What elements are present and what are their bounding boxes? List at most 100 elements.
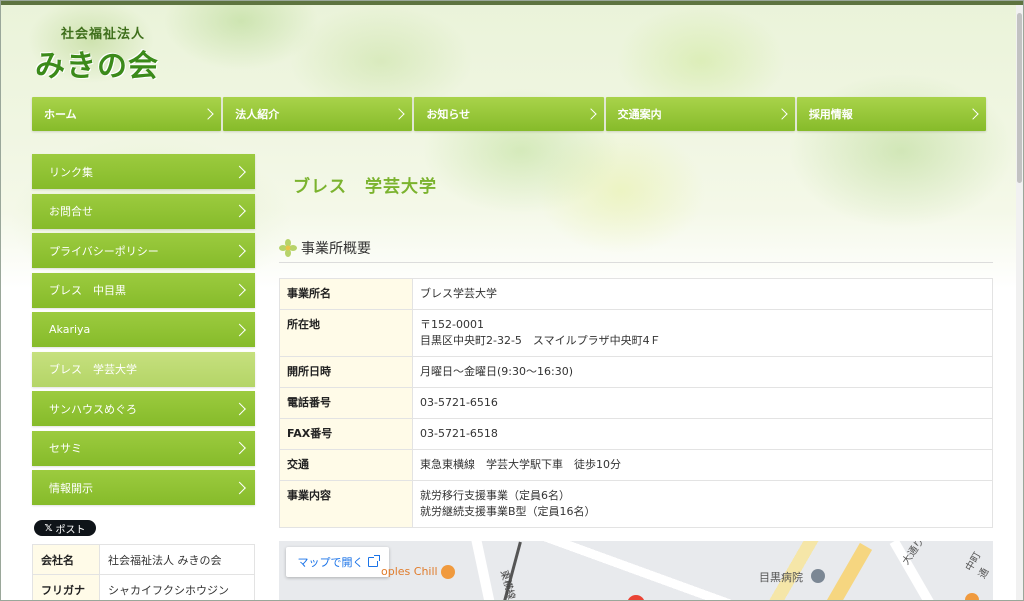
open-map-label: マップで開く	[297, 556, 364, 569]
sidebar-item-label: 情報開示	[49, 481, 93, 495]
nav-home[interactable]: ホーム	[32, 97, 222, 131]
nav-about[interactable]: 法人紹介	[223, 97, 413, 131]
scrollbar-thumb[interactable]	[1017, 13, 1022, 183]
info-line: 月曜日～金曜日(9:30～16:30)	[420, 365, 573, 378]
nav-label: 交通案内	[617, 108, 662, 121]
chevron-right-icon	[233, 441, 246, 455]
company-header-cell: フリガナ	[32, 574, 100, 600]
info-line: ブレス学芸大学	[420, 287, 497, 300]
info-line: 目黒区中央町2-32-5 スマイルプラザ中央町4Ｆ	[420, 334, 661, 347]
external-link-icon	[367, 555, 380, 567]
sidebar-item-label: リンク集	[49, 165, 93, 179]
table-row: フリガナ シャカイフクシホウジン	[32, 574, 255, 600]
sidebar-item-bless-gakugeidaigaku[interactable]: ブレス 学芸大学	[32, 351, 255, 387]
sidebar-item-sesame[interactable]: セサミ	[32, 430, 255, 466]
logo-title: みきの会	[35, 49, 159, 84]
chevron-right-icon	[584, 108, 597, 120]
table-row: 交通 東急東横線 学芸大学駅下車 徒歩10分	[279, 449, 993, 481]
hospital-icon	[811, 569, 825, 583]
company-header-cell: 会社名	[32, 544, 100, 575]
poi-icon	[965, 593, 979, 600]
info-header-cell: 開所日時	[279, 356, 413, 388]
open-map-button[interactable]: マップで開く	[286, 547, 389, 577]
info-line: 〒152-0001	[420, 318, 484, 331]
sidebar-item-sunhouse-meguro[interactable]: サンハウスめぐろ	[32, 391, 255, 426]
top-border	[1, 1, 1023, 5]
table-row: 事業内容 就労移行支援事業（定員6名） 就労継続支援事業B型（定員16名）	[279, 480, 993, 528]
map-label-hospital: 目黒病院	[759, 571, 803, 584]
sidebar-item-label: お問合せ	[49, 205, 93, 218]
page-frame: 社会福祉法人 みきの会 ホーム 法人紹介 お知らせ 交通案内 採用情報 リンク集…	[0, 0, 1024, 601]
info-header-cell: 事業所名	[279, 278, 413, 310]
sidebar-item-label: サンハウスめぐろ	[49, 402, 137, 416]
logo-subtitle: 社会福祉法人	[61, 27, 146, 42]
sidebar-item-label: プライバシーポリシー	[49, 244, 159, 258]
x-post-label: ポスト	[55, 524, 86, 536]
chevron-right-icon	[233, 244, 246, 257]
nav-label: 採用情報	[808, 108, 853, 121]
x-logo-icon: 𝕏	[44, 522, 53, 534]
sidebar-item-contact[interactable]: お問合せ	[32, 193, 255, 229]
table-row: 事業所名 ブレス学芸大学	[279, 278, 993, 310]
sidebar-item-disclosure[interactable]: 情報開示	[32, 470, 255, 505]
map-label-street: 中町通	[963, 550, 992, 581]
map-label-cafe: oples Chill	[381, 565, 438, 578]
info-line: 東急東横線 学芸大学駅下車 徒歩10分	[420, 458, 621, 471]
sidebar-item-privacy[interactable]: プライバシーポリシー	[32, 233, 255, 268]
nav-access[interactable]: 交通案内	[605, 97, 795, 131]
cafe-icon	[441, 565, 455, 579]
table-row: 開所日時 月曜日～金曜日(9:30～16:30)	[279, 356, 993, 388]
info-value-cell: 〒152-0001 目黒区中央町2-32-5 スマイルプラザ中央町4Ｆ	[412, 309, 993, 357]
info-line: 03-5721-6518	[420, 427, 498, 440]
sidebar-item-bless-nakameguro[interactable]: ブレス 中目黒	[32, 272, 255, 308]
chevron-right-icon	[967, 108, 979, 120]
x-post-button[interactable]: 𝕏 ポスト	[34, 520, 96, 536]
chevron-right-icon	[233, 204, 246, 218]
nav-label: お知らせ	[426, 108, 471, 121]
info-header-cell: 電話番号	[279, 387, 413, 419]
nav-recruit[interactable]: 採用情報	[796, 97, 987, 131]
info-value-cell: 就労移行支援事業（定員6名） 就労継続支援事業B型（定員16名）	[412, 480, 993, 528]
global-nav: ホーム 法人紹介 お知らせ 交通案内 採用情報	[32, 97, 987, 131]
embedded-map[interactable]: マップで開く oples Chill 東横線 目黒病院 中町通 大通り	[279, 541, 993, 600]
flower-icon	[279, 238, 297, 257]
company-value-cell: 社会福祉法人 みきの会	[99, 544, 255, 575]
map-road	[469, 541, 499, 600]
nav-news[interactable]: お知らせ	[414, 97, 604, 131]
site-logo[interactable]: 社会福祉法人 みきの会	[35, 23, 175, 84]
table-row: 所在地 〒152-0001 目黒区中央町2-32-5 スマイルプラザ中央町4Ｆ	[279, 309, 993, 357]
section-heading-text: 事業所概要	[301, 240, 371, 257]
info-header-cell: 事業内容	[279, 480, 413, 528]
sidebar-nav: リンク集 お問合せ プライバシーポリシー ブレス 中目黒 Akariya ブレス…	[32, 154, 255, 510]
nav-label: ホーム	[44, 108, 77, 121]
table-row: 会社名 社会福祉法人 みきの会	[32, 544, 255, 575]
table-row: 電話番号 03-5721-6516	[279, 387, 993, 419]
info-value-cell: ブレス学芸大学	[412, 278, 993, 310]
info-header-cell: 所在地	[279, 309, 413, 357]
info-value-cell: 03-5721-6518	[412, 418, 993, 450]
page-title: ブレス 学芸大学	[293, 177, 437, 197]
company-table: 会社名 社会福祉法人 みきの会 フリガナ シャカイフクシホウジン	[32, 544, 255, 600]
chevron-right-icon	[233, 165, 246, 178]
chevron-right-icon	[233, 481, 246, 494]
sidebar-item-label: ブレス 中目黒	[49, 284, 126, 297]
nav-label: 法人紹介	[235, 108, 280, 121]
sidebar-item-links[interactable]: リンク集	[32, 154, 255, 189]
info-value-cell: 月曜日～金曜日(9:30～16:30)	[412, 356, 993, 388]
scrollbar[interactable]	[1016, 5, 1023, 600]
company-value-cell: シャカイフクシホウジン	[99, 574, 255, 600]
sidebar-item-label: セサミ	[49, 442, 82, 455]
chevron-right-icon	[202, 108, 214, 120]
info-line: 就労移行支援事業（定員6名）	[420, 489, 570, 502]
chevron-right-icon	[393, 108, 406, 120]
info-header-cell: FAX番号	[279, 418, 413, 450]
chevron-right-icon	[233, 283, 246, 297]
office-info-table: 事業所名 ブレス学芸大学 所在地 〒152-0001 目黒区中央町2-32-5 …	[279, 278, 993, 528]
chevron-right-icon	[233, 402, 246, 415]
sidebar-item-akariya[interactable]: Akariya	[32, 312, 255, 347]
sidebar-item-label: Akariya	[49, 323, 91, 336]
chevron-right-icon	[233, 323, 246, 336]
section-heading: 事業所概要	[279, 233, 993, 263]
map-pin-icon	[627, 595, 645, 600]
chevron-right-icon	[776, 108, 788, 120]
